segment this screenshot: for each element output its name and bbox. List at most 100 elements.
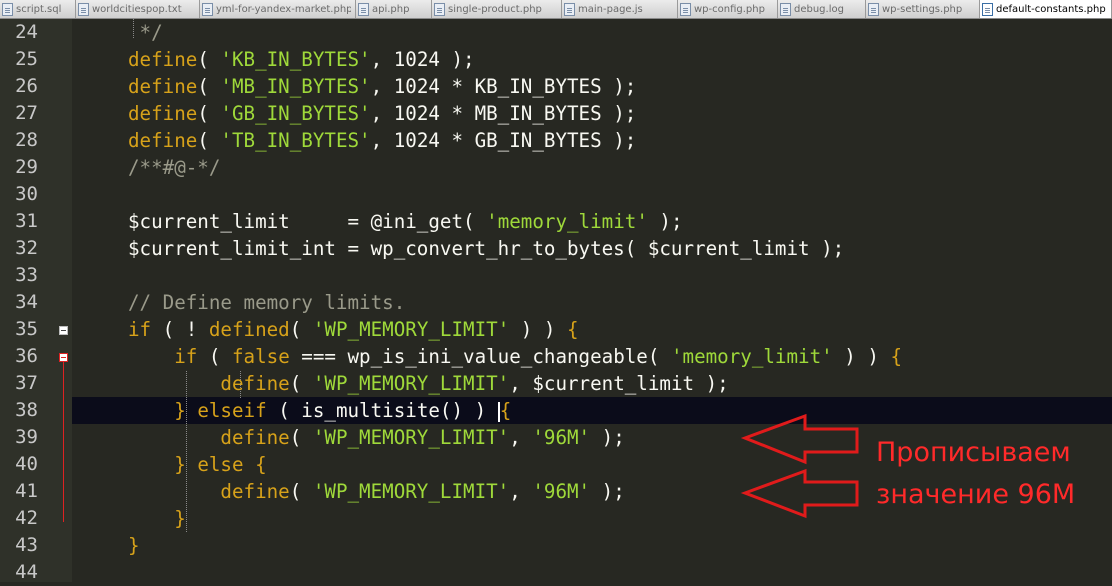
file-icon bbox=[982, 2, 993, 16]
tab-label: single-product.php bbox=[448, 3, 542, 15]
code-token: else bbox=[197, 453, 244, 476]
tab-label: wp-config.php bbox=[694, 3, 765, 15]
code-token: define bbox=[220, 372, 290, 395]
line-number: 37 bbox=[15, 372, 38, 394]
code-line[interactable]: $current_limit = @ini_get( 'memory_limit… bbox=[128, 208, 683, 235]
annotation-line: значение 96M bbox=[876, 479, 1076, 510]
code-token: defined bbox=[208, 318, 290, 341]
tab-label: yml-for-yandex-market.php bbox=[216, 3, 351, 15]
code-line[interactable]: // Define memory limits. bbox=[128, 289, 405, 316]
tab-worldcitiespop-txt[interactable]: worldcitiespop.txt bbox=[76, 0, 200, 18]
file-icon bbox=[2, 2, 13, 16]
line-number: 40 bbox=[15, 453, 38, 475]
tab-script-sql[interactable]: script.sql bbox=[0, 0, 76, 18]
code-token: , bbox=[509, 426, 533, 449]
file-icon bbox=[868, 2, 879, 16]
code-token: // Define memory limits. bbox=[128, 291, 406, 314]
code-token: ) ) bbox=[509, 318, 568, 341]
code-token: define bbox=[220, 426, 290, 449]
code-line[interactable]: define( 'MB_IN_BYTES', 1024 * KB_IN_BYTE… bbox=[128, 73, 636, 100]
line-number: 38 bbox=[15, 399, 38, 421]
code-line[interactable]: define( 'WP_MEMORY_LIMIT', $current_limi… bbox=[128, 370, 729, 397]
tab-label: default-constants.php bbox=[996, 3, 1106, 15]
code-token: 'TB_IN_BYTES' bbox=[220, 129, 371, 152]
code-token: 'WP_MEMORY_LIMIT' bbox=[312, 426, 510, 449]
code-token: ( bbox=[463, 210, 487, 233]
code-line[interactable]: define( 'TB_IN_BYTES', 1024 * GB_IN_BYTE… bbox=[128, 127, 636, 154]
code-line[interactable]: } elseif ( is_multisite() ) { bbox=[128, 397, 511, 424]
code-token: , 1024 ); bbox=[370, 48, 475, 71]
line-number: 39 bbox=[15, 426, 38, 448]
tab-main-page-js[interactable]: main-page.js bbox=[562, 0, 678, 18]
fold-toggle-icon[interactable] bbox=[59, 353, 68, 362]
code-token: ( bbox=[197, 48, 221, 71]
code-token: , 1024 * MB_IN_BYTES ); bbox=[370, 102, 637, 125]
code-token: , bbox=[509, 480, 533, 503]
file-icon bbox=[202, 2, 213, 16]
tab-label: worldcitiespop.txt bbox=[92, 3, 182, 15]
tab-label: main-page.js bbox=[578, 3, 643, 15]
tab-single-product-php[interactable]: single-product.php bbox=[432, 0, 562, 18]
code-token: if bbox=[174, 345, 198, 368]
code-token: ( bbox=[197, 102, 221, 125]
code-token: ) ) bbox=[832, 345, 891, 368]
tab-wp-config-php[interactable]: wp-config.php bbox=[678, 0, 778, 18]
code-token: ini_get bbox=[382, 210, 464, 233]
code-token: ( is_multisite() ) bbox=[266, 399, 498, 422]
line-number: 41 bbox=[15, 480, 38, 502]
tab-debug-log[interactable]: debug.log bbox=[778, 0, 866, 18]
line-number: 30 bbox=[15, 183, 38, 205]
code-line[interactable]: /**#@-*/ bbox=[128, 154, 220, 181]
file-icon bbox=[358, 2, 369, 16]
code-token: 'GB_IN_BYTES' bbox=[220, 102, 371, 125]
code-token: define bbox=[128, 75, 198, 98]
line-number: 29 bbox=[15, 156, 38, 178]
tab-api-php[interactable]: api.php bbox=[356, 0, 432, 18]
code-token: ( bbox=[289, 318, 313, 341]
code-token: elseif bbox=[197, 399, 267, 422]
code-line[interactable]: define( 'WP_MEMORY_LIMIT', '96M' ); bbox=[128, 424, 624, 451]
line-number: 27 bbox=[15, 102, 38, 124]
tab-yml-for-yandex-market-php[interactable]: yml-for-yandex-market.php bbox=[200, 0, 356, 18]
tab-default-constants-php[interactable]: default-constants.php bbox=[980, 0, 1112, 18]
code-line[interactable]: $current_limit_int = wp_convert_hr_to_by… bbox=[128, 235, 844, 262]
code-token: $current_limit = @ bbox=[128, 210, 383, 233]
line-number: 24 bbox=[15, 21, 38, 43]
code-line[interactable]: if ( ! defined( 'WP_MEMORY_LIMIT' ) ) { bbox=[128, 316, 579, 343]
tab-wp-settings-php[interactable]: wp-settings.php bbox=[866, 0, 980, 18]
code-line[interactable]: if ( false === wp_is_ini_value_changeabl… bbox=[128, 343, 902, 370]
code-token: ( ! bbox=[151, 318, 209, 341]
tab-label: script.sql bbox=[16, 3, 62, 15]
annotation-line: Прописываем bbox=[876, 437, 1071, 468]
line-number: 31 bbox=[15, 210, 38, 232]
tab-bar: script.sql worldcitiespop.txt yml-for-yand… bbox=[0, 0, 1112, 19]
code-token: 'memory_limit' bbox=[670, 345, 833, 368]
code-line[interactable]: define( 'WP_MEMORY_LIMIT', '96M' ); bbox=[128, 478, 624, 505]
code-token: define bbox=[220, 480, 290, 503]
code-token: === wp_is_ini_value_changeable( bbox=[289, 345, 671, 368]
line-number: 28 bbox=[15, 129, 38, 151]
fold-toggle-icon[interactable] bbox=[59, 326, 68, 335]
code-line[interactable]: define( 'KB_IN_BYTES', 1024 ); bbox=[128, 46, 475, 73]
code-line[interactable]: } else { bbox=[128, 451, 266, 478]
code-token: ( bbox=[197, 75, 221, 98]
line-number: 36 bbox=[15, 345, 38, 367]
code-token: ( bbox=[289, 480, 313, 503]
code-line[interactable]: */ bbox=[128, 19, 163, 46]
code-token: 'memory_limit' bbox=[486, 210, 648, 233]
code-line[interactable]: } bbox=[128, 532, 140, 559]
tab-label: api.php bbox=[372, 3, 410, 15]
line-number: 32 bbox=[15, 237, 38, 259]
code-line[interactable]: } bbox=[128, 505, 186, 532]
line-number: 43 bbox=[15, 534, 38, 556]
fold-margin bbox=[54, 19, 72, 582]
code-token: , $current_limit ); bbox=[509, 372, 729, 395]
code-token: { bbox=[890, 345, 903, 368]
code-token: ( bbox=[197, 345, 232, 368]
code-token: define bbox=[128, 48, 198, 71]
code-token: } bbox=[174, 453, 198, 476]
code-token: } bbox=[174, 399, 198, 422]
code-line[interactable]: define( 'GB_IN_BYTES', 1024 * MB_IN_BYTE… bbox=[128, 100, 636, 127]
